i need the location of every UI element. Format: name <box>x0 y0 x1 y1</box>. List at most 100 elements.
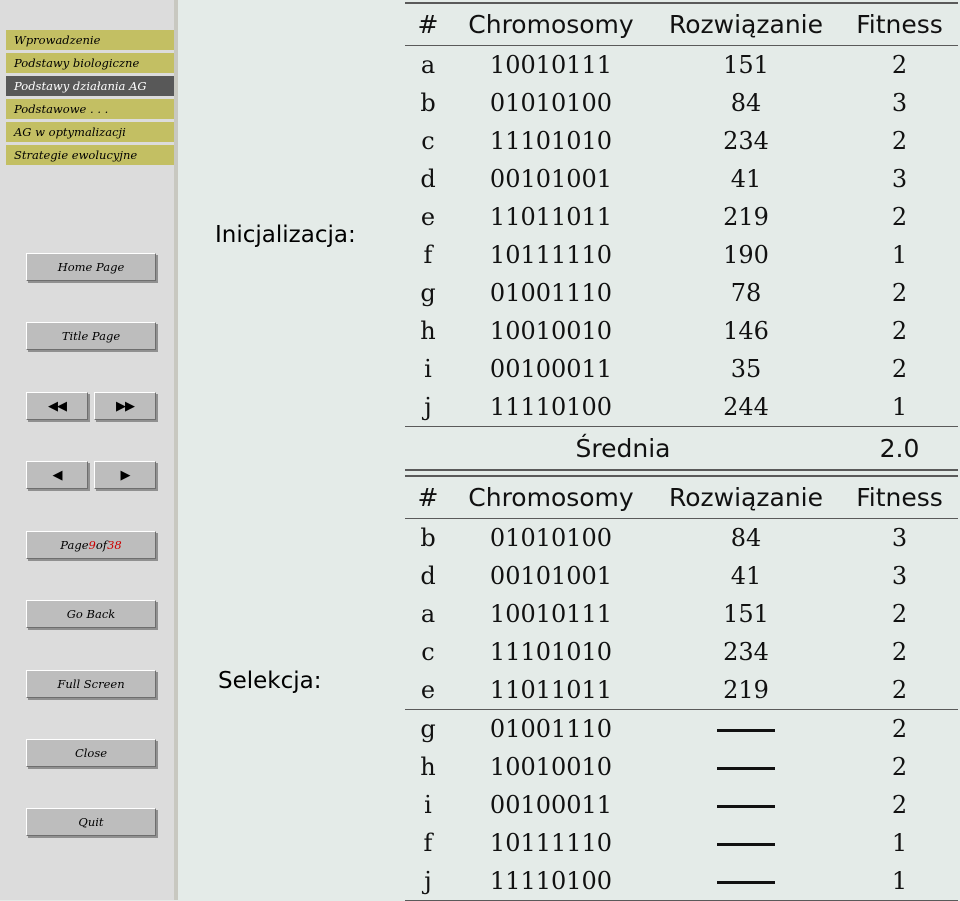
cell-index: i <box>424 791 432 819</box>
page-total-number: 38 <box>107 538 122 552</box>
cell-fitness: 2 <box>891 279 908 307</box>
table-row: e 11011011 219 2 <box>405 671 958 710</box>
cell-solution <box>651 709 841 748</box>
header-chromosomy: Chromosomy <box>451 475 651 519</box>
cell-fitness: 1 <box>841 862 958 901</box>
cell-chromosome: 10010010 <box>489 317 613 345</box>
sidebar-item-wprowadzenie[interactable]: Wprowadzenie <box>6 30 174 50</box>
dash-rule-icon <box>717 843 775 846</box>
sidebar-item-label: Wprowadzenie <box>14 33 101 47</box>
cell-index: c <box>421 127 435 155</box>
table-row: i 00100011 35 2 <box>405 350 958 388</box>
sidebar-item-label: Podstawy biologiczne <box>14 56 140 70</box>
cell-fitness: 2 <box>891 317 908 345</box>
table-row: h 10010010 146 2 <box>405 312 958 350</box>
close-button[interactable]: Close <box>26 739 156 767</box>
first-page-button[interactable]: ◀◀ <box>26 392 88 420</box>
sidebar-nav-menu: Wprowadzenie Podstawy biologiczne Podsta… <box>6 30 174 168</box>
sidebar-item-label: Podstawy działania AG <box>14 79 147 93</box>
table-row: a 10010111 151 2 <box>405 595 958 633</box>
table-row: f 10111110 1 <box>405 824 958 862</box>
average-value: 2.0 <box>841 426 958 471</box>
table-header-row: # Chromosomy Rozwiązanie Fitness <box>405 2 958 46</box>
cell-index: g <box>405 709 451 748</box>
cell-solution <box>651 824 841 862</box>
double-left-arrow-icon: ◀◀ <box>48 398 67 414</box>
quit-label: Quit <box>78 815 104 829</box>
cell-chromosome: 01001110 <box>489 279 613 307</box>
sidebar-item-podstawy-biologiczne[interactable]: Podstawy biologiczne <box>6 53 174 73</box>
initialization-table: # Chromosomy Rozwiązanie Fitness a 10010111 15… <box>405 2 958 471</box>
cell-solution <box>651 748 841 786</box>
cell-chromosome: 11110100 <box>451 388 651 427</box>
cell-fitness: 2 <box>891 638 908 666</box>
right-arrow-icon: ▶ <box>120 467 131 483</box>
cell-index: b <box>420 524 436 552</box>
cell-index: g <box>420 279 436 307</box>
cell-solution <box>651 862 841 901</box>
cell-index: b <box>420 89 436 117</box>
left-arrow-icon: ◀ <box>52 467 63 483</box>
table-row: g 01001110 2 <box>405 709 958 748</box>
table-row: j 11110100 244 1 <box>405 388 958 427</box>
table-row: f 10111110 190 1 <box>405 236 958 274</box>
cell-fitness: 3 <box>891 524 908 552</box>
cell-index: e <box>420 676 436 704</box>
cell-chromosome: 01001110 <box>451 709 651 748</box>
cell-index: c <box>421 638 435 666</box>
cell-solution: 219 <box>723 676 769 704</box>
cell-index: h <box>420 753 436 781</box>
table-row: d 00101001 41 3 <box>405 557 958 595</box>
previous-page-button[interactable]: ◀ <box>26 461 88 489</box>
cell-chromosome: 10010010 <box>489 753 613 781</box>
cell-index: i <box>424 355 432 383</box>
cell-chromosome: 00100011 <box>489 355 613 383</box>
cell-index: d <box>420 165 436 193</box>
dash-rule-icon <box>717 805 775 808</box>
cell-solution: 151 <box>723 51 769 79</box>
table-row: g 01001110 78 2 <box>405 274 958 312</box>
sidebar-item-strategie-ewolucyjne[interactable]: Strategie ewolucyjne <box>6 145 174 165</box>
full-screen-button[interactable]: Full Screen <box>26 670 156 698</box>
title-page-label: Title Page <box>61 329 121 343</box>
table-row: d 00101001 41 3 <box>405 160 958 198</box>
slide-page: Wprowadzenie Podstawy biologiczne Podsta… <box>0 0 960 901</box>
quit-button[interactable]: Quit <box>26 808 156 836</box>
cell-index: f <box>423 829 433 857</box>
sidebar-item-label: AG w optymalizacji <box>14 125 126 139</box>
cell-fitness: 2 <box>891 355 908 383</box>
cell-fitness: 2 <box>891 791 908 819</box>
home-page-button[interactable]: Home Page <box>26 253 156 281</box>
cell-chromosome: 10010111 <box>489 51 613 79</box>
table-row: j 11110100 1 <box>405 862 958 901</box>
selection-table: # Chromosomy Rozwiązanie Fitness b 01010100 84… <box>405 475 958 901</box>
cell-solution <box>651 786 841 824</box>
cell-fitness: 2 <box>891 676 908 704</box>
cell-fitness: 2 <box>891 753 908 781</box>
page-indicator-button[interactable]: Page 9 of 38 <box>26 531 156 559</box>
table-row: c 11101010 234 2 <box>405 633 958 671</box>
sidebar-item-ag-w-optymalizacji[interactable]: AG w optymalizacji <box>6 122 174 142</box>
next-page-button[interactable]: ▶ <box>94 461 156 489</box>
cell-chromosome: 11011011 <box>489 676 613 704</box>
cell-fitness: 1 <box>891 241 908 269</box>
sidebar-item-podstawowe[interactable]: Podstawowe . . . <box>6 99 174 119</box>
table-row: c 11101010 234 2 <box>405 122 958 160</box>
header-rozwiazanie: Rozwiązanie <box>651 475 841 519</box>
header-chromosomy: Chromosomy <box>451 2 651 46</box>
double-right-arrow-icon: ▶▶ <box>116 398 135 414</box>
sidebar-item-podstawy-dzialania-ag[interactable]: Podstawy działania AG <box>6 76 174 96</box>
cell-chromosome: 11101010 <box>489 127 613 155</box>
cell-index: d <box>420 562 436 590</box>
cell-chromosome: 00101001 <box>489 562 613 590</box>
title-page-button[interactable]: Title Page <box>26 322 156 350</box>
cell-fitness: 1 <box>841 388 958 427</box>
dash-rule-icon <box>717 881 775 884</box>
cell-fitness: 3 <box>891 165 908 193</box>
cell-solution: 84 <box>730 89 762 117</box>
go-back-button[interactable]: Go Back <box>26 600 156 628</box>
cell-chromosome: 11011011 <box>489 203 613 231</box>
last-page-button[interactable]: ▶▶ <box>94 392 156 420</box>
cell-fitness: 2 <box>891 203 908 231</box>
table-header-row: # Chromosomy Rozwiązanie Fitness <box>405 475 958 519</box>
